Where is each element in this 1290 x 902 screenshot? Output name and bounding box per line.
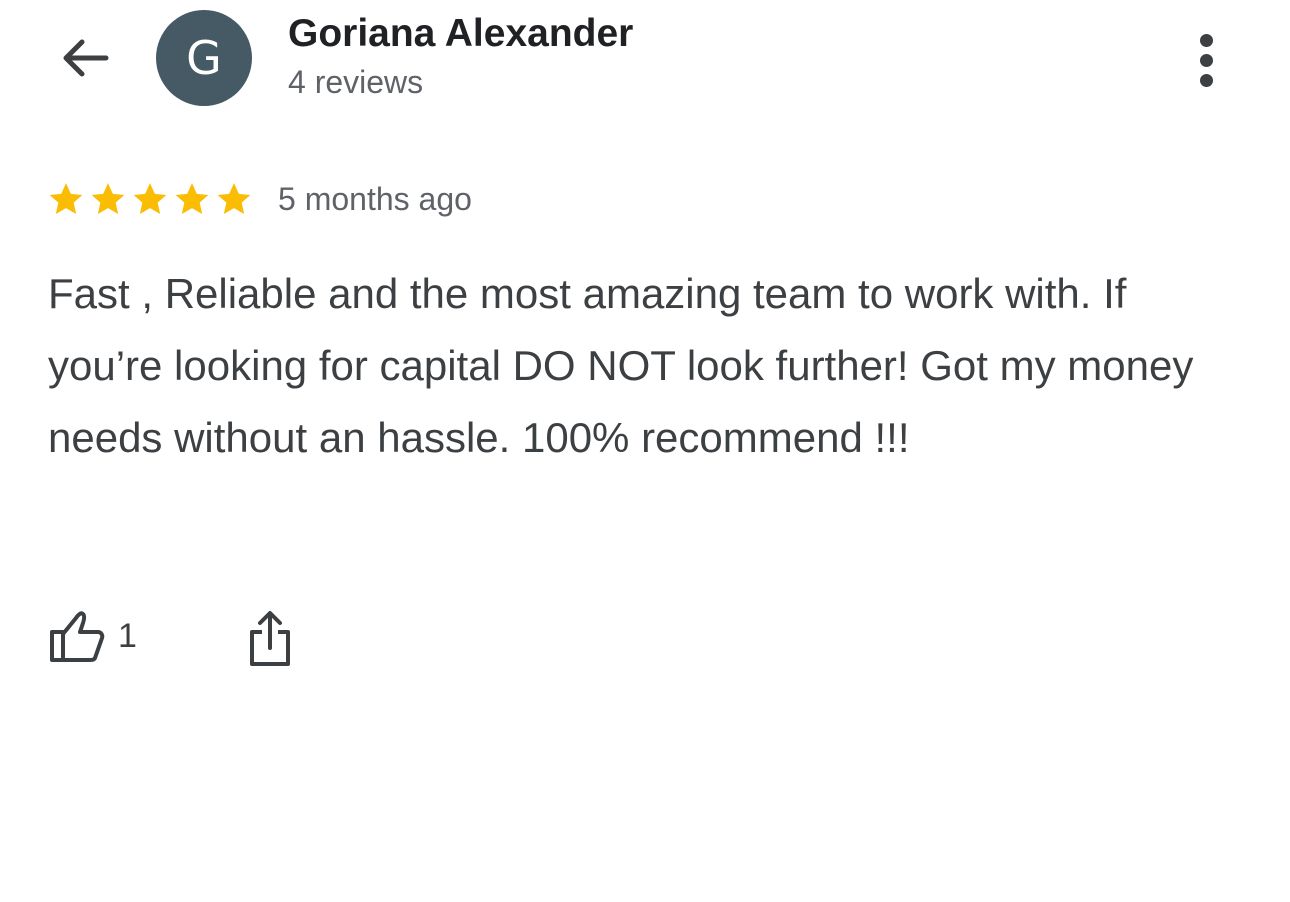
star-rating [46,179,254,219]
review-date: 5 months ago [278,180,472,217]
star-icon [91,183,125,214]
review-count: 4 reviews [288,64,424,100]
reviewer-name[interactable]: Goriana Alexander [288,12,633,56]
more-vertical-icon-dot [1199,73,1213,87]
rating-row: 5 months ago [46,176,472,222]
review-text: Fast , Reliable and the most amazing tea… [48,270,1194,461]
star-icon [217,183,251,214]
avatar-initial: G [186,31,222,85]
more-vertical-icon [1199,33,1213,47]
share-icon [250,611,290,666]
star-icon [133,183,167,214]
back-button[interactable] [52,30,116,86]
more-options-button[interactable] [1180,28,1232,92]
share-button[interactable] [240,604,300,672]
star-icon [175,183,209,214]
like-button[interactable]: 1 [48,604,137,668]
like-count: 1 [118,616,137,655]
thumbs-up-icon [50,611,105,662]
arrow-left-icon [63,39,109,77]
star-icon [49,183,83,214]
more-vertical-icon-dot [1199,53,1213,67]
avatar[interactable]: G [156,10,252,106]
